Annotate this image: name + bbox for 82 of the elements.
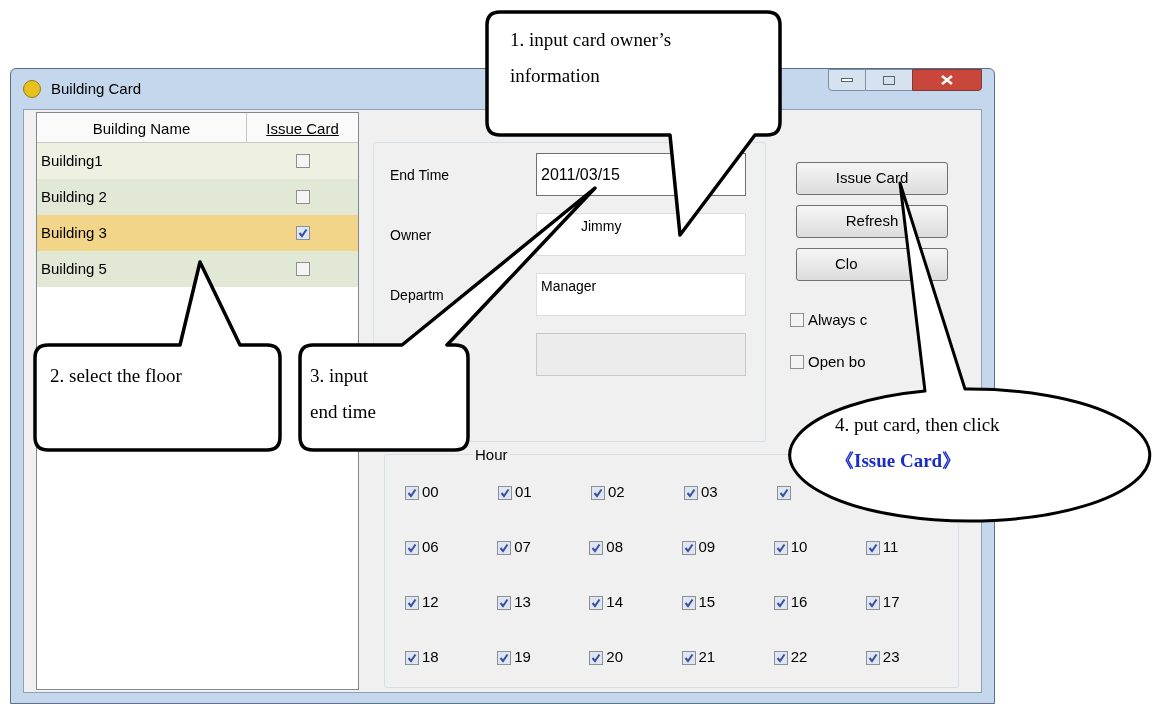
hour-label: 18 <box>422 647 439 668</box>
checkbox[interactable] <box>497 595 512 610</box>
field-label: Owner <box>390 226 432 243</box>
checkbox[interactable] <box>589 650 604 665</box>
hour-label: 19 <box>514 647 531 668</box>
close-icon <box>941 75 953 85</box>
hour-label: 17 <box>882 592 900 613</box>
building-name: Building1 <box>40 150 104 171</box>
building-name: Building 3 <box>40 222 108 243</box>
checkbox[interactable] <box>497 650 512 665</box>
checkbox[interactable] <box>790 313 804 327</box>
hour-label: 00 <box>422 482 439 503</box>
hour-label: 02 <box>608 482 625 503</box>
checkbox[interactable] <box>773 595 788 610</box>
checkbox[interactable] <box>405 650 419 665</box>
checkbox[interactable] <box>773 540 788 555</box>
checkbox[interactable] <box>681 650 696 665</box>
checkbox[interactable] <box>497 540 512 555</box>
hour-label: 21 <box>698 647 716 668</box>
checkbox[interactable] <box>773 650 788 665</box>
checkbox[interactable] <box>295 226 310 240</box>
checkbox[interactable] <box>591 485 605 500</box>
hour-label: 13 <box>514 592 531 613</box>
list-row[interactable]: Building 5 <box>37 251 358 287</box>
field-value: Jimmy <box>580 217 622 236</box>
input-field[interactable]: Jimmy <box>536 213 746 256</box>
checkbox[interactable] <box>589 595 604 610</box>
field-value: Manager <box>541 277 597 296</box>
option-label: Always c <box>808 309 868 330</box>
dialog-button[interactable]: Issue Card <box>796 162 948 195</box>
hour-label: 08 <box>606 537 624 558</box>
hour-label: 12 <box>422 592 439 613</box>
checkbox[interactable] <box>589 540 604 555</box>
input-field[interactable]: Manager <box>536 273 746 316</box>
hour-label: 23 <box>882 647 900 668</box>
field-label: End Time <box>390 166 450 183</box>
column-header[interactable]: Issue Card <box>247 117 358 142</box>
checkbox[interactable] <box>295 262 310 276</box>
hour-label: 20 <box>606 647 624 668</box>
list-row[interactable]: Building1 <box>37 143 358 179</box>
checkbox[interactable] <box>498 485 512 500</box>
hour-label: 22 <box>790 647 808 668</box>
checkbox[interactable] <box>790 355 804 369</box>
callout-text: 1. input card owner’s information <box>510 28 673 88</box>
hour-label: 10 <box>790 537 808 558</box>
list-row[interactable]: Building 2 <box>37 179 358 215</box>
minimize-button[interactable] <box>828 69 866 91</box>
hour-label: 14 <box>606 592 624 613</box>
checkbox[interactable] <box>865 650 880 665</box>
building-name: Building 2 <box>40 186 108 207</box>
checkbox[interactable] <box>865 540 880 555</box>
checkbox[interactable] <box>777 485 791 500</box>
checkbox[interactable] <box>681 595 696 610</box>
building-name: Building 5 <box>40 258 108 279</box>
checkbox[interactable] <box>865 595 880 610</box>
checkbox[interactable] <box>681 540 696 555</box>
hour-label: 06 <box>422 537 439 558</box>
callout-text: 4. put card, then click《Issue Card》 <box>835 413 1001 473</box>
window-title: Building Card <box>51 78 142 99</box>
maximize-button[interactable] <box>866 69 912 91</box>
hour-label: 09 <box>698 537 716 558</box>
field-label: Departm <box>390 286 444 303</box>
hour-label: 16 <box>790 592 808 613</box>
hour-label: 11 <box>882 537 899 558</box>
checkbox[interactable] <box>684 485 698 500</box>
close-button[interactable] <box>912 69 982 91</box>
callout-text: 3. input end time <box>310 364 377 424</box>
hour-label: 07 <box>514 537 531 558</box>
checkbox[interactable] <box>295 154 310 168</box>
option-label: Open bo <box>808 351 866 372</box>
checkbox[interactable] <box>405 540 419 555</box>
checkbox[interactable] <box>405 595 419 610</box>
dialog-button[interactable]: Refresh <box>796 205 948 238</box>
hour-label: 15 <box>698 592 716 613</box>
checkbox[interactable] <box>405 485 419 500</box>
field-value: 2011/03/15 <box>541 164 620 185</box>
column-header[interactable]: Building Name <box>37 113 247 142</box>
hour-label: 03 <box>701 482 718 503</box>
checkbox[interactable] <box>295 190 310 204</box>
callout-text: 2. select the floor <box>50 364 183 388</box>
hour-label: 01 <box>515 482 532 503</box>
list-row[interactable]: Building 3 <box>37 215 358 251</box>
